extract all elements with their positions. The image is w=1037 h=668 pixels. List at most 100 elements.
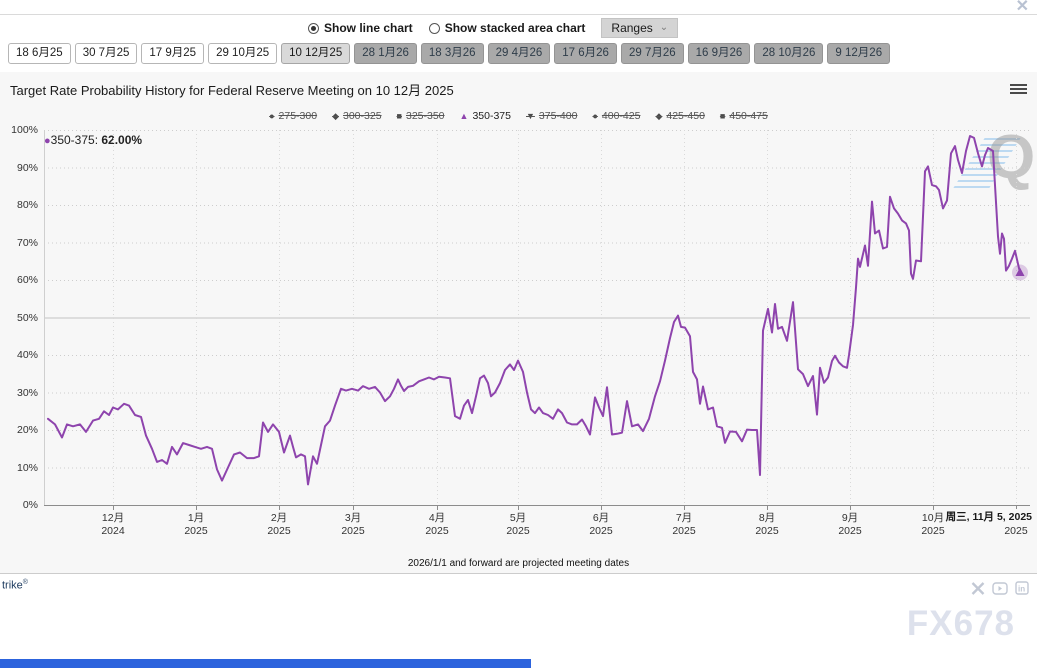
meeting-tab-8[interactable]: 29 4月26 [488,43,551,64]
square-icon: ■ [397,111,402,121]
x-label-year: 2025 [397,525,477,538]
chart-type-controls: Show line chart Show stacked area chart … [308,18,678,38]
x-label-year: 2025 [893,525,973,538]
x-label-year: 2024 [73,525,153,538]
x-label-year: 2025 [156,525,236,538]
legend-item-450-475[interactable]: ■ 450-475 [720,110,768,122]
x-label-year: 2025 [976,525,1037,538]
x-label-year: 2025 [561,525,641,538]
legend-label: 275-300 [279,110,318,122]
x-label-month: 6月 [561,512,641,525]
radio-line-icon[interactable] [308,23,319,34]
ranges-dropdown[interactable]: Ranges ⌄ [601,18,678,38]
meeting-tab-2[interactable]: 30 7月25 [75,43,138,64]
chart-title: Target Rate Probability History for Fede… [10,80,454,99]
ranges-label: Ranges [611,21,652,35]
y-axis-label: 90% [0,162,38,174]
x-axis-label: 1月2025 [156,512,236,538]
legend-label: 350-375 [472,110,511,122]
x-axis-label: 5月2025 [478,512,558,538]
radio-area-label: Show stacked area chart [445,21,586,35]
meeting-tab-1[interactable]: 18 6月25 [8,43,71,64]
x-label-year: 2025 [313,525,393,538]
diamond-icon: ◆ [655,111,662,122]
y-axis-label: 60% [0,274,38,286]
circle-icon: ● [269,111,274,121]
x-axis-label: 8月2025 [727,512,807,538]
x-label-year: 2025 [727,525,807,538]
legend-label: 325-350 [406,110,445,122]
x-label-month: 3月 [313,512,393,525]
meeting-tab-12[interactable]: 28 10月26 [754,43,823,64]
legend-label: 300-325 [343,110,382,122]
chart-menu-icon[interactable] [1010,84,1027,96]
meeting-tab-5[interactable]: 10 12月25 [281,43,350,64]
legend-item-375-400[interactable]: ▼ 375-400 [526,110,577,122]
y-axis-label: 70% [0,237,38,249]
diamond-icon: ◆ [332,111,339,122]
meeting-tab-6[interactable]: 28 1月26 [354,43,417,64]
y-axis-label: 80% [0,199,38,211]
fedwatch-page: ✕ Show line chart Show stacked area char… [0,0,1037,668]
legend-item-400-425[interactable]: ● 400-425 [592,110,640,122]
meeting-tab-11[interactable]: 16 9月26 [688,43,751,64]
youtube-icon[interactable] [992,582,1008,595]
radio-show-stacked-area-chart[interactable]: Show stacked area chart [429,21,586,35]
y-axis-label: 100% [0,124,38,136]
x-axis-label: 9月2025 [810,512,890,538]
x-axis-label: 3月2025 [313,512,393,538]
x-axis-label: 7月2025 [644,512,724,538]
radio-area-icon[interactable] [429,23,440,34]
svg-text:in: in [1018,585,1025,594]
x-label-month: 1月 [156,512,236,525]
quikstrike-brand-label: trike® [2,579,28,592]
legend-item-350-375[interactable]: ▲350-375 [460,110,511,122]
circle-icon: ● [592,111,597,121]
x-label-year: 2025 [810,525,890,538]
x-label-month: 12月 [73,512,153,525]
chart-card: Target Rate Probability History for Fede… [0,72,1037,574]
x-label-month: 5月 [478,512,558,525]
legend-label: 425-450 [666,110,705,122]
y-axis-label: 20% [0,424,38,436]
meeting-tab-13[interactable]: 9 12月26 [827,43,890,64]
legend-item-425-450[interactable]: ◆ 425-450 [655,110,704,122]
legend-label: 375-400 [539,110,578,122]
meeting-tab-10[interactable]: 29 7月26 [621,43,684,64]
chart-footnote: 2026/1/1 and forward are projected meeti… [0,558,1037,569]
legend-item-275-300[interactable]: ● 275-300 [269,110,317,122]
x-label-month: 7月 [644,512,724,525]
probability-line-chart[interactable] [0,130,1037,520]
y-axis-label: 50% [0,312,38,324]
x-label-month: 2月 [239,512,319,525]
chart-legend: ● 275-300 ◆ 300-325 ■ 325-350 ▲350-375 ▼ 375-400… [0,110,1037,122]
chevron-down-icon: ⌄ [660,23,668,33]
fx678-watermark: FX678 [907,604,1015,644]
legend-label: 400-425 [602,110,641,122]
x-label-month: 8月 [727,512,807,525]
meeting-tab-9[interactable]: 17 6月26 [554,43,617,64]
meeting-tab-3[interactable]: 17 9月25 [141,43,204,64]
meeting-tab-7[interactable]: 18 3月26 [421,43,484,64]
legend-item-325-350[interactable]: ■ 325-350 [397,110,445,122]
x-label-year: 2025 [478,525,558,538]
hover-date-label: 周三, 11月 5, 2025 [943,509,1035,524]
meeting-date-tabs: 18 6月2530 7月2517 9月2529 10月2510 12月2528 … [8,43,890,64]
legend-item-300-325[interactable]: ◆ 300-325 [332,110,381,122]
series-line-350-375 [48,136,1020,484]
x-axis-label: 6月2025 [561,512,641,538]
triangle-up-icon: ▲ [460,111,469,121]
x-twitter-icon[interactable] [971,582,985,595]
x-axis-label: 12月2024 [73,512,153,538]
legend-label: 450-475 [729,110,768,122]
bottom-blue-bar [0,659,531,668]
y-axis-label: 10% [0,462,38,474]
y-axis-label: 0% [0,499,38,511]
social-links: in [971,581,1029,595]
x-axis-label: 4月2025 [397,512,477,538]
meeting-tab-4[interactable]: 29 10月25 [208,43,277,64]
square-icon: ■ [720,111,725,121]
triangle-down-icon: ▼ [526,111,535,121]
linkedin-icon[interactable]: in [1015,581,1029,595]
radio-show-line-chart[interactable]: Show line chart [308,21,413,35]
